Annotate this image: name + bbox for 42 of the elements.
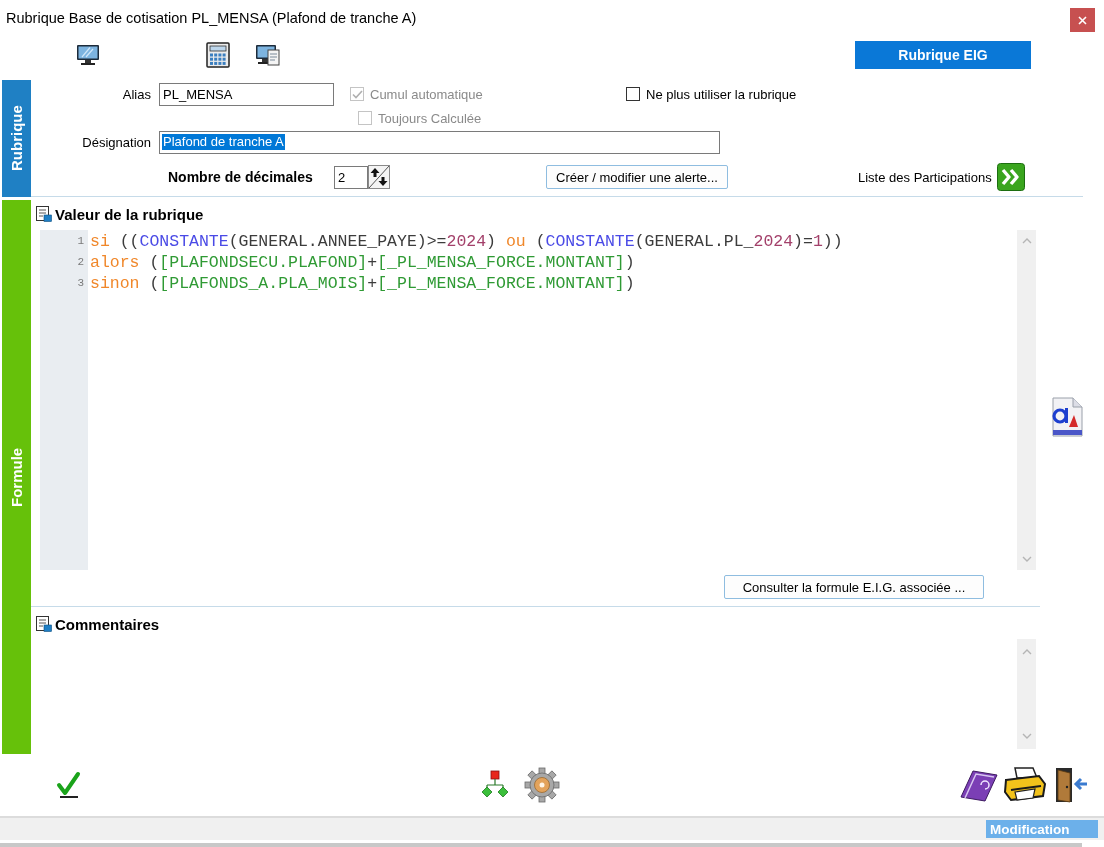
line-number: 1	[77, 234, 84, 249]
designation-field[interactable]: Plafond de tranche A	[159, 130, 720, 154]
field-label: Alias	[122, 86, 151, 102]
decimals-field[interactable]: 2	[334, 165, 368, 189]
checkbox-label: Toujours Calculée	[378, 110, 482, 126]
monitor-document-icon[interactable]	[255, 43, 281, 67]
table-document-icon	[36, 206, 52, 222]
eig-formula-button[interactable]: Consulter la formule E.I.G. associée ...	[724, 575, 984, 599]
printer-icon[interactable]	[1003, 766, 1047, 804]
section-title: Commentaires	[55, 615, 160, 633]
window-title: Rubrique Base de cotisation PL_MENSA (Plafond de tranche A)	[6, 10, 417, 26]
checkbox-label: Ne plus utiliser la rubrique	[646, 86, 797, 102]
alert-button[interactable]: Créer / modifier une alerte...	[546, 165, 728, 189]
monitor-icon[interactable]	[76, 44, 100, 66]
up-down-arrows-icon	[368, 165, 390, 189]
checkbox-label: Cumul automatique	[370, 86, 483, 102]
calculator-icon[interactable]	[206, 42, 230, 68]
book-icon[interactable]	[959, 767, 999, 803]
section-title: Valeur de la rubrique	[55, 205, 204, 223]
alias-field[interactable]: PL_MENSA	[159, 82, 334, 106]
hierarchy-icon[interactable]	[479, 770, 511, 800]
code-editor[interactable]: 1 2 3 si ((CONSTANTE(GENERAL.ANNEE_PAYE)>=2024) ou (CONSTANTE(GENERAL.PL_2024)=1)) alors ([PLAFONDSECU.PLAFOND]+[_PL_MENSA_FORCE.MONTANT]) sinon ([PLAFONDS_A.PLA_MOIS]+[_PL_MENSA_FORCE.MONTANT])	[40, 230, 1036, 570]
section-tab[interactable]: Rubrique	[2, 80, 31, 197]
line-number: 2	[77, 255, 84, 270]
line-number: 3	[77, 276, 84, 291]
field-label: Nombre de décimales	[168, 169, 313, 185]
close-icon	[1078, 15, 1087, 25]
participations-label: Liste des Participations	[858, 169, 992, 185]
field-label: Désignation	[82, 134, 151, 150]
code-line: sinon ([PLAFONDS_A.PLA_MOIS]+[_PL_MENSA_FORCE.MONTANT])	[90, 273, 635, 294]
double-chevron-icon[interactable]	[996, 163, 1025, 191]
code-line: si ((CONSTANTE(GENERAL.ANNEE_PAYE)>=2024) ou (CONSTANTE(GENERAL.PL_2024)=1))	[90, 231, 843, 252]
check-icon[interactable]	[56, 771, 82, 799]
checkbox[interactable]	[626, 87, 640, 101]
close-button[interactable]	[1070, 8, 1095, 32]
table-document-icon	[36, 616, 52, 632]
code-line: alors ([PLAFONDSECU.PLAFOND]+[_PL_MENSA_FORCE.MONTANT])	[90, 252, 635, 273]
eig-button[interactable]: Rubrique EIG	[855, 41, 1031, 69]
mode-label: Modification	[986, 820, 1098, 838]
spin-button[interactable]	[368, 165, 390, 189]
gear-icon[interactable]	[523, 766, 561, 804]
exit-door-icon[interactable]	[1053, 766, 1089, 804]
